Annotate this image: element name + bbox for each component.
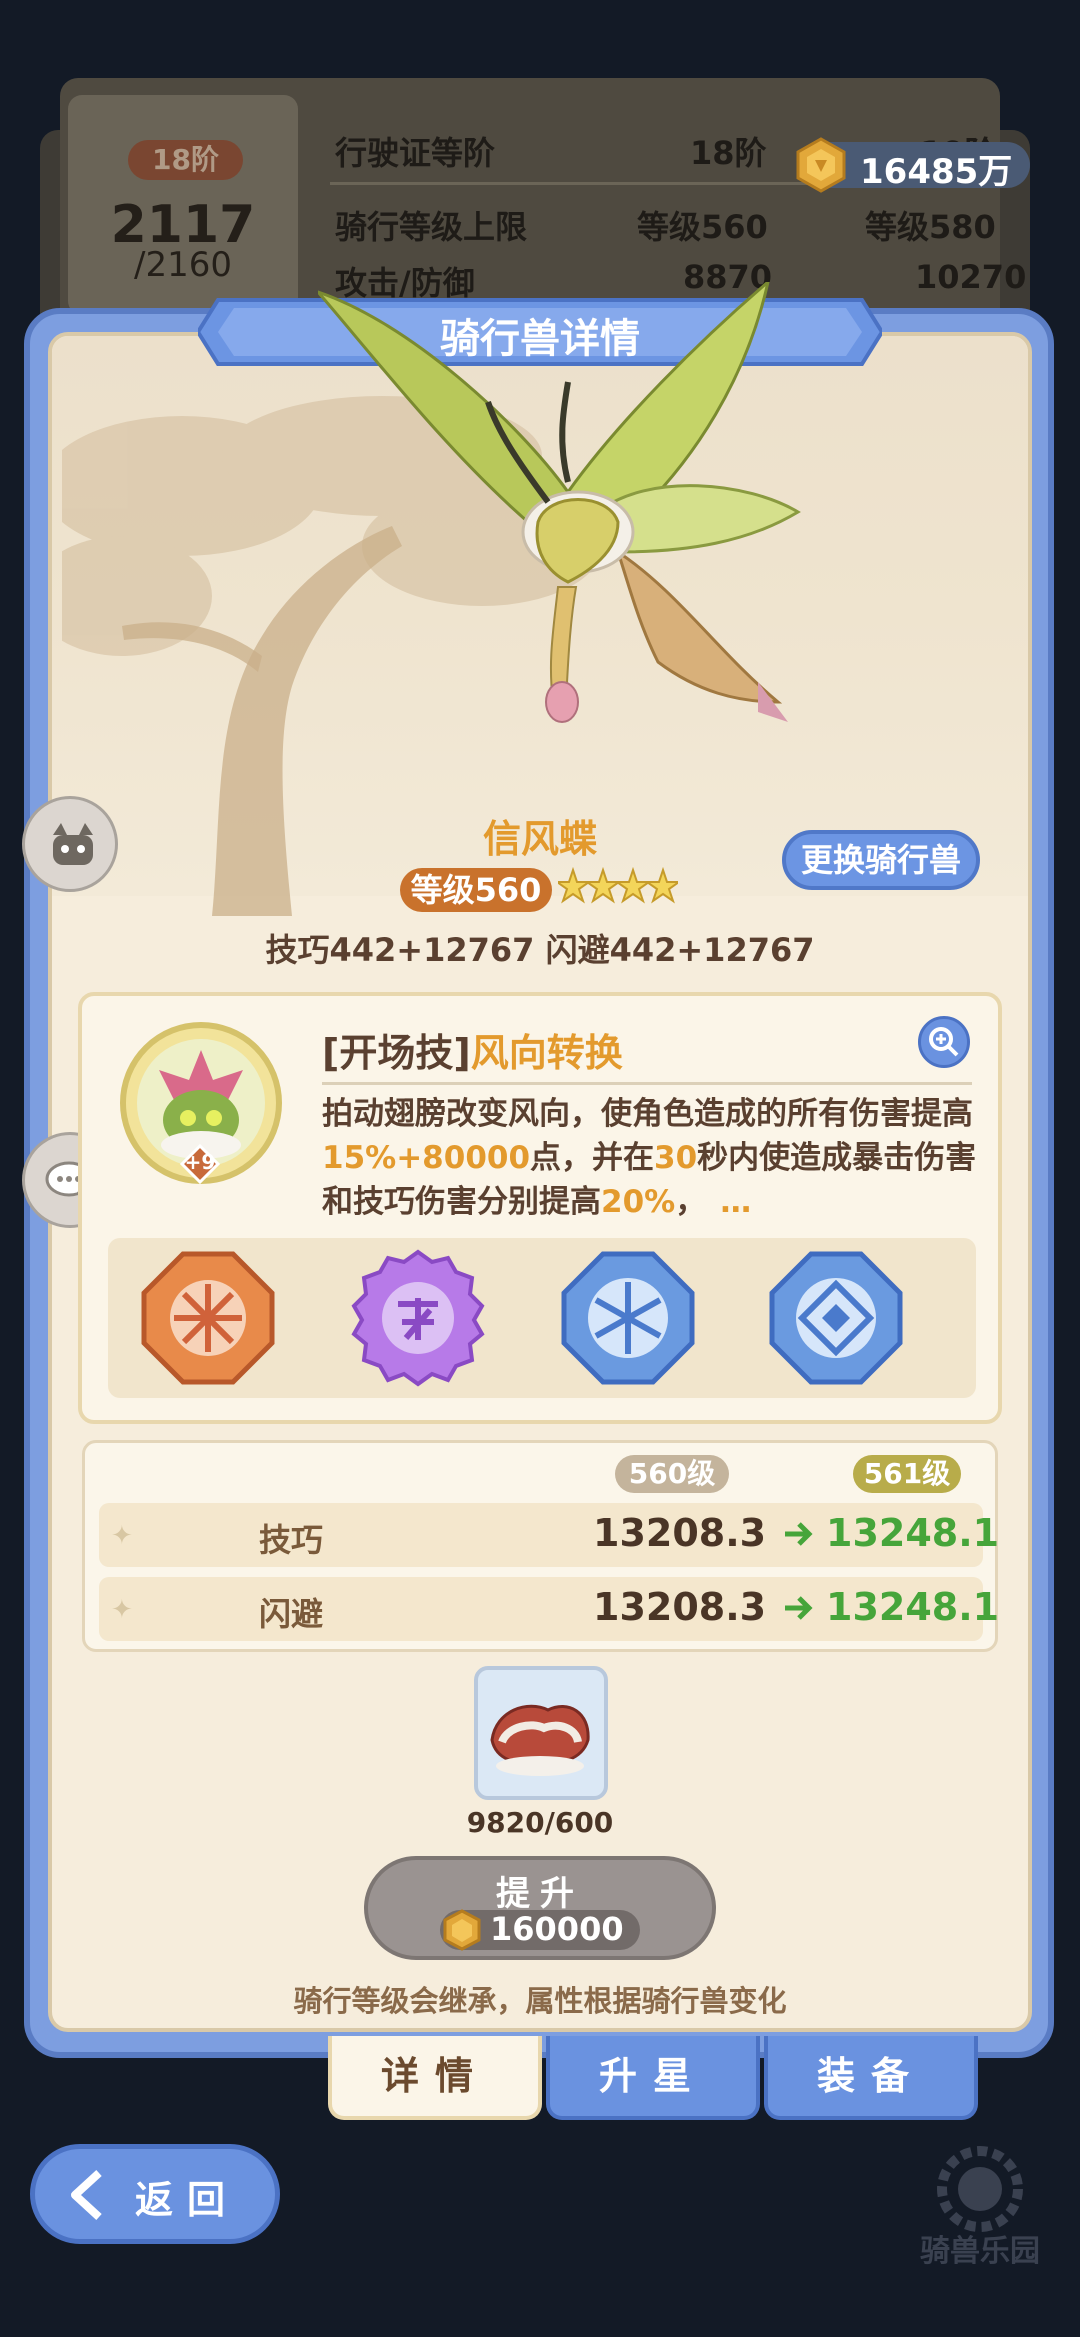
gear-logo-icon bbox=[937, 2146, 1023, 2232]
saddle-item-icon bbox=[490, 1704, 590, 1776]
license-points-max: /2160 bbox=[134, 245, 232, 285]
robot-icon bbox=[53, 823, 93, 865]
purple-rune-icon[interactable] bbox=[348, 1248, 488, 1388]
star-rating bbox=[558, 866, 678, 904]
upgrade-button[interactable]: 提升 160000 bbox=[364, 1856, 716, 1960]
next-level-label: 561级 bbox=[853, 1455, 961, 1493]
avatar-side-button[interactable] bbox=[22, 796, 118, 892]
skill-icon[interactable]: +9 bbox=[118, 1020, 284, 1186]
skill-tag: [开场技] bbox=[322, 1031, 471, 1075]
back-button[interactable]: 返回 bbox=[30, 2144, 280, 2244]
skill-desc-text: 点，并在 bbox=[530, 1140, 655, 1176]
license-row-next: 等级580 bbox=[865, 208, 996, 246]
skill-desc-value: 15%+80000 bbox=[322, 1140, 531, 1176]
coin-icon bbox=[443, 1909, 481, 1951]
skill-card: +9 [开场技]风向转换 拍动翅膀改变风向，使角色造成的所有伤害提高 15%+80… bbox=[78, 992, 1002, 1424]
arrow-right-icon bbox=[785, 1522, 813, 1546]
upgrade-button-label: 提升 bbox=[496, 1874, 584, 1914]
mount-stats: 技巧442+12767 闪避442+12767 bbox=[265, 931, 815, 969]
license-row-current: 18阶 bbox=[690, 134, 767, 172]
butterfly-mount-illustration bbox=[318, 282, 801, 723]
tab-star-up[interactable]: 升星 bbox=[546, 2036, 760, 2120]
currency-amount: 16485万 bbox=[860, 152, 1013, 192]
attribute-next: 13248.1 bbox=[826, 1585, 1000, 1629]
skill-desc-more: … bbox=[720, 1184, 752, 1220]
game-logo: 骑兽乐园 bbox=[900, 2144, 1060, 2269]
inherit-note: 骑行等级会继承，属性根据骑行兽变化 bbox=[293, 1984, 787, 2018]
upgrade-material-slot[interactable] bbox=[474, 1666, 608, 1800]
coin-icon bbox=[796, 137, 846, 193]
skill-desc-text: 拍动翅膀改变风向，使角色造成的所有伤害提高 bbox=[322, 1096, 973, 1132]
blue-snowflake-rune-icon[interactable] bbox=[558, 1248, 698, 1388]
change-mount-button[interactable]: 更换骑行兽 bbox=[782, 830, 980, 890]
currency-display: 16485万 bbox=[796, 137, 1030, 193]
skill-divider bbox=[322, 1082, 972, 1085]
skill-desc-value: 30 bbox=[654, 1140, 698, 1176]
skill-desc-value: 20% bbox=[601, 1184, 676, 1220]
arrow-right-icon bbox=[785, 1596, 813, 1620]
skill-name: 风向转换 bbox=[470, 1031, 623, 1075]
rune-row bbox=[108, 1238, 976, 1398]
sparkle-icon: ✦ bbox=[111, 1521, 133, 1551]
orange-rune-icon[interactable] bbox=[138, 1248, 278, 1388]
game-logo-text: 骑兽乐园 bbox=[920, 2234, 1040, 2269]
attribute-next: 13248.1 bbox=[826, 1511, 1000, 1555]
current-level-label: 560级 bbox=[615, 1455, 729, 1493]
attribute-current: 13208.3 bbox=[593, 1585, 767, 1629]
license-row-next: 10270 bbox=[915, 258, 1027, 296]
license-row-label: 行驶证等阶 bbox=[335, 134, 496, 172]
rank-badge: 18阶 bbox=[128, 140, 243, 180]
tab-details[interactable]: 详情 bbox=[328, 2036, 542, 2120]
attribute-row: ✦ 闪避 13208.3 13248.1 bbox=[99, 1577, 999, 1641]
sparkle-icon: ✦ bbox=[111, 1595, 133, 1625]
upgrade-cost-amount: 160000 bbox=[490, 1910, 624, 1948]
attribute-name: 闪避 bbox=[259, 1595, 324, 1633]
skill-desc-text: ， bbox=[675, 1184, 707, 1220]
mount-level-badge: 等级560 bbox=[400, 868, 552, 912]
attribute-table: 560级 561级 ✦ 技巧 13208.3 13248.1 ✦ 闪避 1320… bbox=[82, 1440, 999, 1652]
attribute-current: 13208.3 bbox=[593, 1511, 767, 1555]
license-row-label: 骑行等级上限 bbox=[335, 208, 528, 246]
back-arrow-icon bbox=[71, 2170, 102, 2220]
material-count: 9820/600 bbox=[466, 1806, 614, 1839]
skill-title: [开场技]风向转换 bbox=[322, 1022, 623, 1077]
license-rank-panel: 18阶 2117 /2160 bbox=[68, 95, 298, 315]
back-button-label: 返回 bbox=[135, 2178, 240, 2222]
skill-level-text: +9 bbox=[184, 1150, 216, 1174]
upgrade-cost: 160000 bbox=[440, 1909, 640, 1951]
tab-equipment[interactable]: 装备 bbox=[764, 2036, 978, 2120]
attribute-row: ✦ 技巧 13208.3 13248.1 bbox=[99, 1503, 999, 1567]
attribute-name: 技巧 bbox=[259, 1521, 324, 1559]
magnify-icon bbox=[929, 1027, 959, 1057]
skill-zoom-button[interactable] bbox=[918, 1016, 970, 1068]
skill-description: 拍动翅膀改变风向，使角色造成的所有伤害提高15%+80000点，并在30秒内使造… bbox=[322, 1092, 982, 1224]
license-row-current: 等级560 bbox=[637, 208, 768, 246]
blue-diamond-rune-icon[interactable] bbox=[766, 1248, 906, 1388]
